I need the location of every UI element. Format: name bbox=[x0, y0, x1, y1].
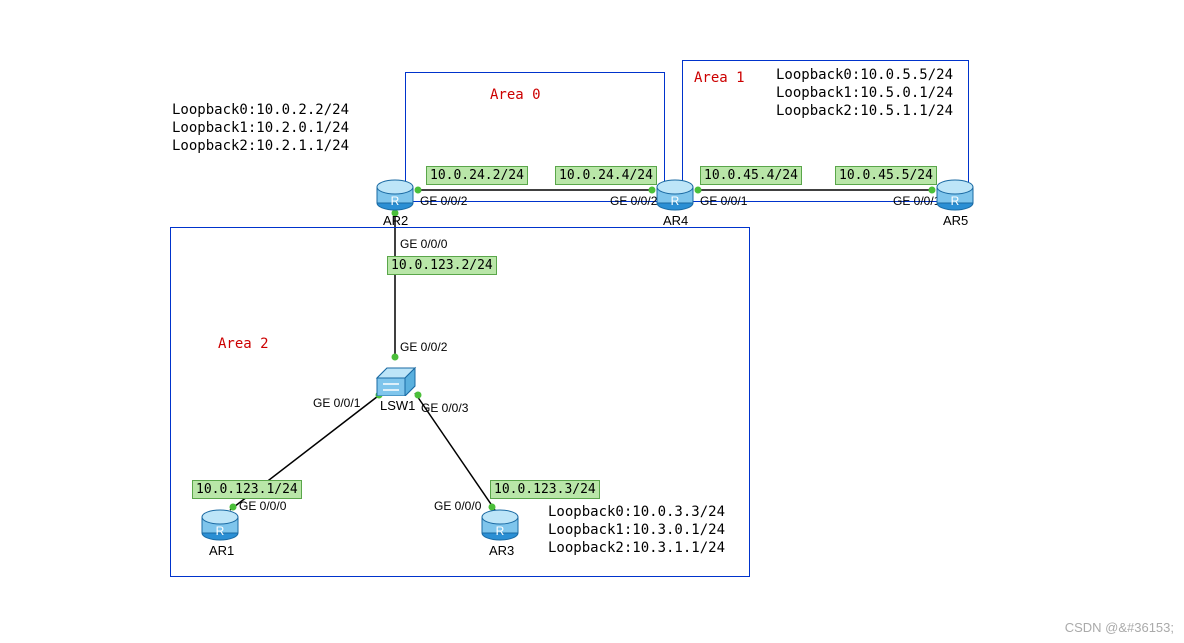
watermark: CSDN @&#36153; bbox=[1065, 620, 1174, 635]
ar4-label: AR4 bbox=[663, 213, 688, 228]
port-ar2-ge000: GE 0/0/0 bbox=[400, 237, 447, 251]
router-ar4[interactable]: R bbox=[655, 175, 695, 215]
ip-ar2-ge000: 10.0.123.2/24 bbox=[387, 256, 497, 275]
ip-ar5-ge001: 10.0.45.5/24 bbox=[835, 166, 937, 185]
svg-text:R: R bbox=[496, 524, 505, 538]
router-ar2[interactable]: R bbox=[375, 175, 415, 215]
ar3-loopback2: Loopback2:10.3.1.1/24 bbox=[548, 539, 725, 557]
port-ar5-ge001: GE 0/0/1 bbox=[893, 194, 940, 208]
ar5-loopback2: Loopback2:10.5.1.1/24 bbox=[776, 102, 953, 120]
ar5-label: AR5 bbox=[943, 213, 968, 228]
ar2-loopback1: Loopback1:10.2.0.1/24 bbox=[172, 119, 349, 137]
port-ar1-ge000: GE 0/0/0 bbox=[239, 499, 286, 513]
port-lsw1-ge002: GE 0/0/2 bbox=[400, 340, 447, 354]
ar3-loopback1: Loopback1:10.3.0.1/24 bbox=[548, 521, 725, 539]
ar2-loopback2: Loopback2:10.2.1.1/24 bbox=[172, 137, 349, 155]
ip-ar4-ge002: 10.0.24.4/24 bbox=[555, 166, 657, 185]
ar2-loopback0: Loopback0:10.0.2.2/24 bbox=[172, 101, 349, 119]
area1-label: Area 1 bbox=[694, 70, 745, 86]
ip-ar1-ge000: 10.0.123.1/24 bbox=[192, 480, 302, 499]
ar1-label: AR1 bbox=[209, 543, 234, 558]
lsw1-label: LSW1 bbox=[380, 398, 415, 413]
area2-label: Area 2 bbox=[218, 336, 269, 352]
ar5-loopbacks: Loopback0:10.0.5.5/24 Loopback1:10.5.0.1… bbox=[776, 66, 953, 121]
switch-lsw1[interactable] bbox=[375, 360, 417, 400]
router-ar5[interactable]: R bbox=[935, 175, 975, 215]
ar5-loopback1: Loopback1:10.5.0.1/24 bbox=[776, 84, 953, 102]
area0-label: Area 0 bbox=[490, 87, 541, 103]
router-ar3[interactable]: R bbox=[480, 505, 520, 545]
ar3-loopback0: Loopback0:10.0.3.3/24 bbox=[548, 503, 725, 521]
ip-ar4-ge001: 10.0.45.4/24 bbox=[700, 166, 802, 185]
ar2-label: AR2 bbox=[383, 213, 408, 228]
router-ar1[interactable]: R bbox=[200, 505, 240, 545]
port-ar2-ge002: GE 0/0/2 bbox=[420, 194, 467, 208]
port-ar4-ge002: GE 0/0/2 bbox=[610, 194, 657, 208]
svg-text:R: R bbox=[216, 524, 225, 538]
svg-text:R: R bbox=[391, 194, 400, 208]
ip-ar3-ge000: 10.0.123.3/24 bbox=[490, 480, 600, 499]
ar3-loopbacks: Loopback0:10.0.3.3/24 Loopback1:10.3.0.1… bbox=[548, 503, 725, 558]
port-lsw1-ge003: GE 0/0/3 bbox=[421, 401, 468, 415]
port-lsw1-ge001: GE 0/0/1 bbox=[313, 396, 360, 410]
ar3-label: AR3 bbox=[489, 543, 514, 558]
port-ar3-ge000: GE 0/0/0 bbox=[434, 499, 481, 513]
ip-ar2-ge002: 10.0.24.2/24 bbox=[426, 166, 528, 185]
svg-text:R: R bbox=[951, 194, 960, 208]
ar2-loopbacks: Loopback0:10.0.2.2/24 Loopback1:10.2.0.1… bbox=[172, 101, 349, 156]
ar5-loopback0: Loopback0:10.0.5.5/24 bbox=[776, 66, 953, 84]
port-ar4-ge001: GE 0/0/1 bbox=[700, 194, 747, 208]
svg-text:R: R bbox=[671, 194, 680, 208]
